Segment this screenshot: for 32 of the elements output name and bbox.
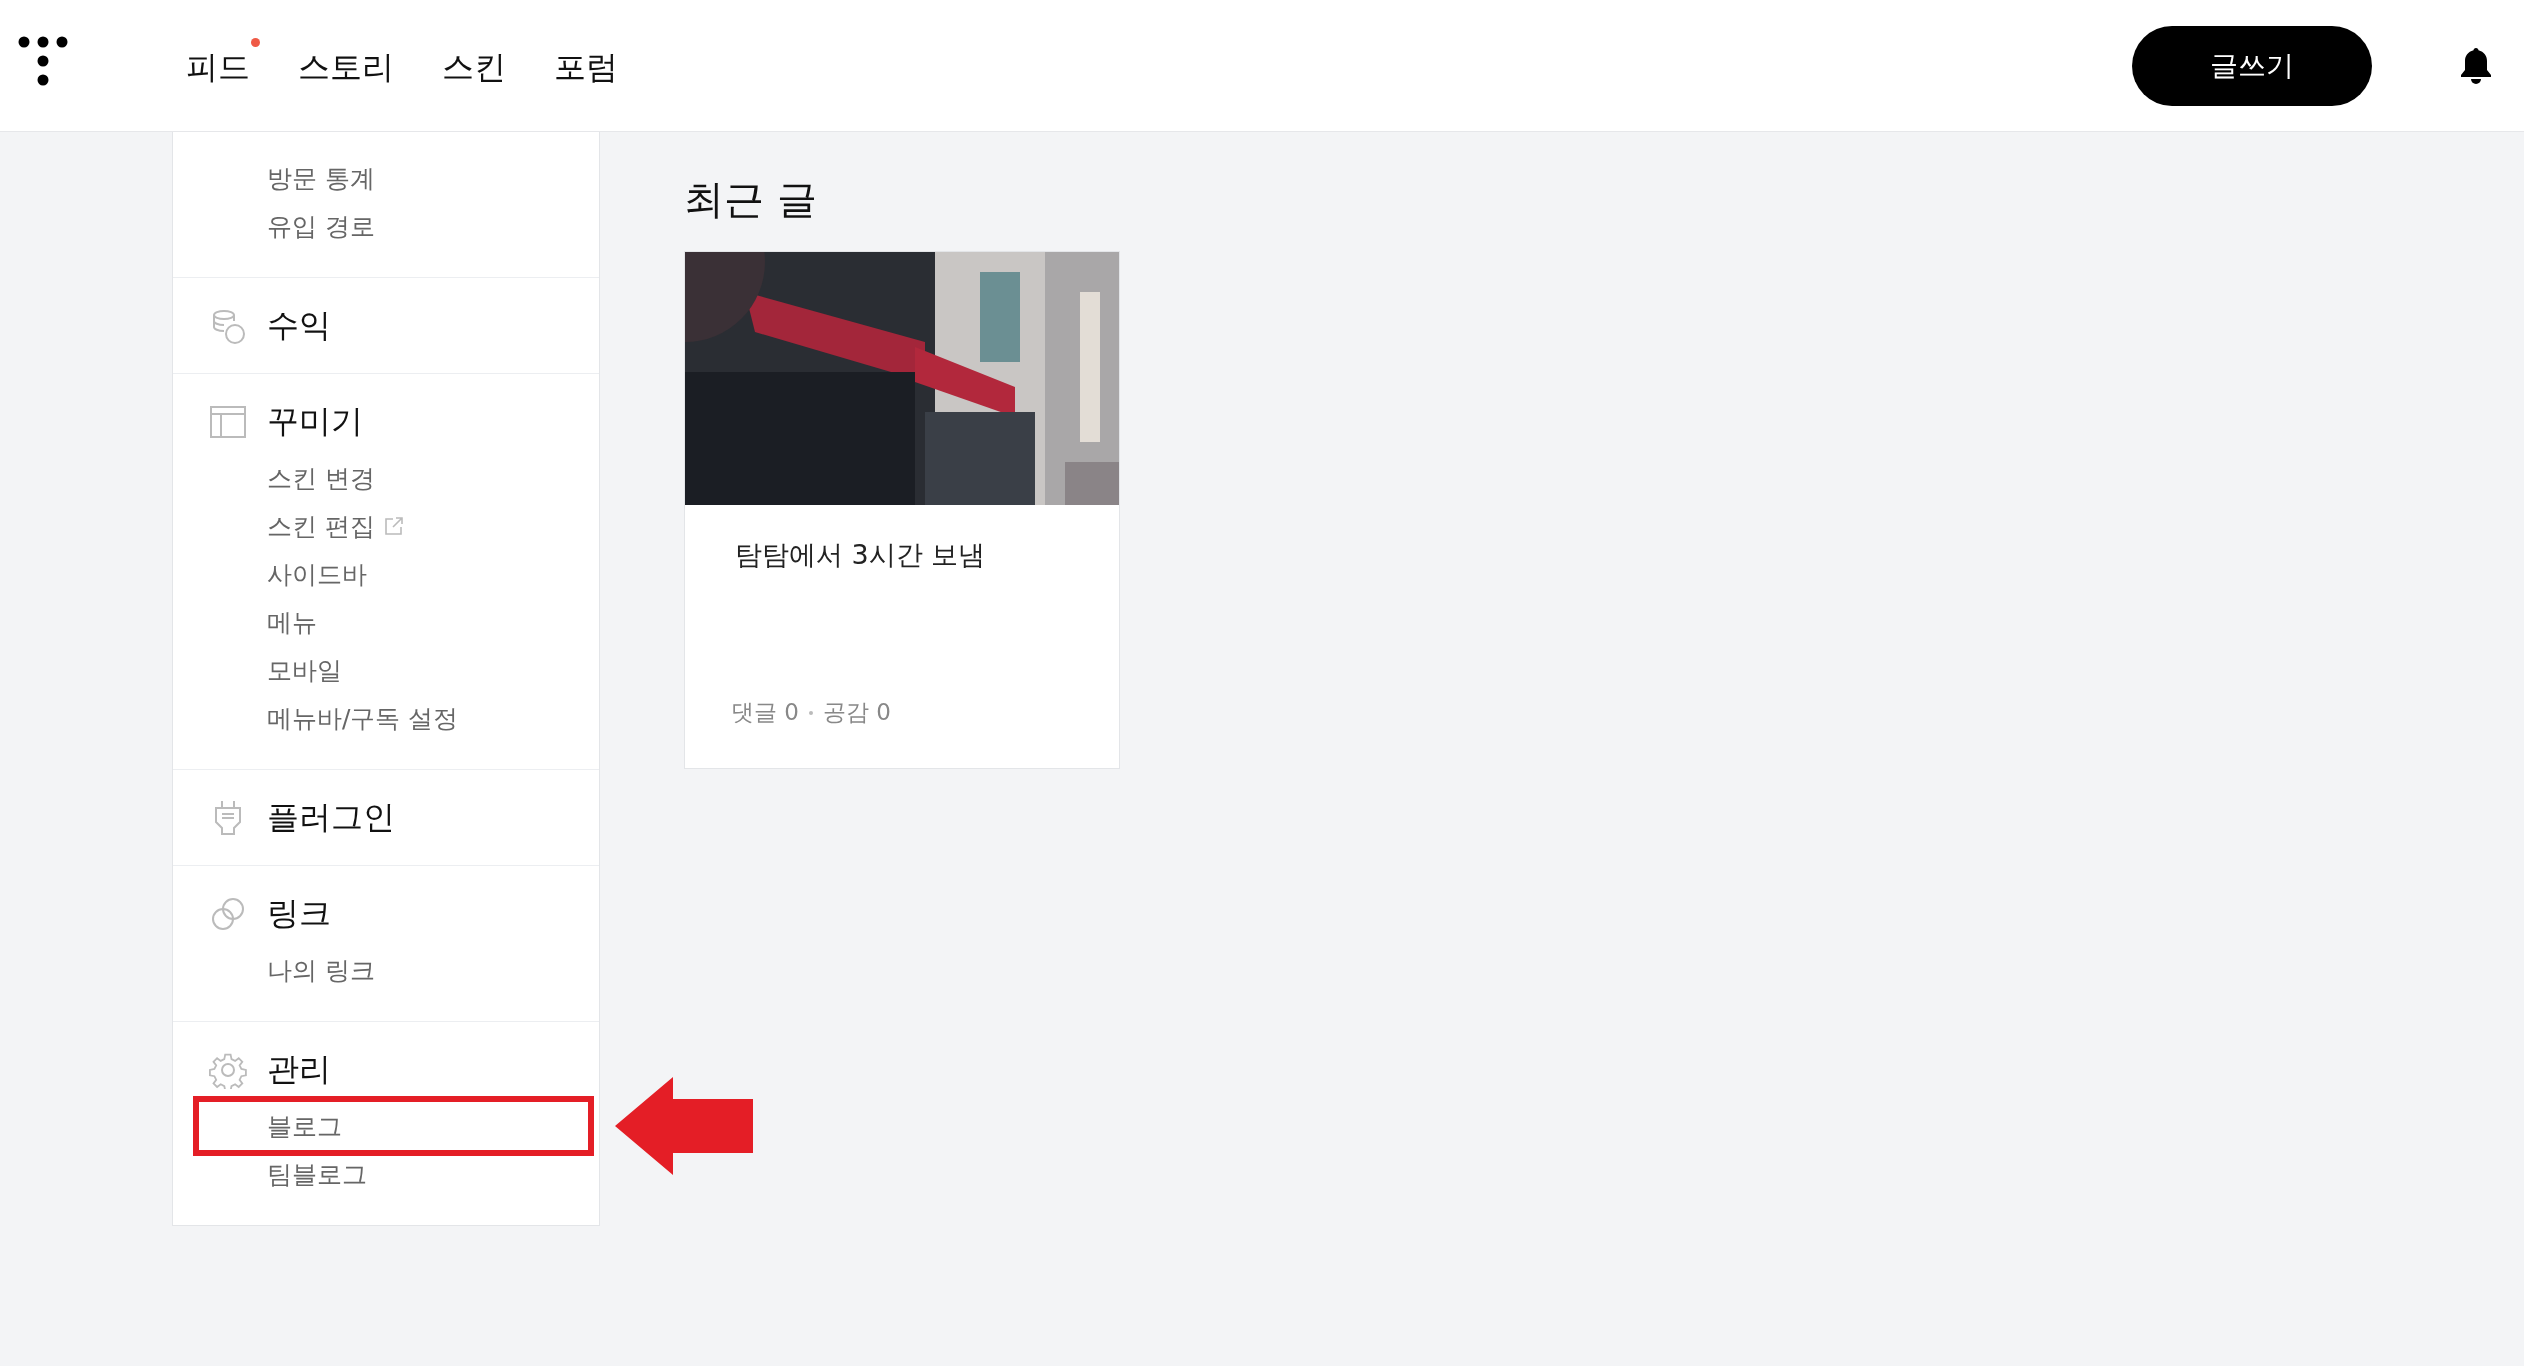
section-title[interactable]: 링크 <box>267 892 331 936</box>
nav-link[interactable]: 스킨 <box>442 35 518 90</box>
linked-rings-icon <box>209 895 247 933</box>
post-title[interactable]: 탐탐에서 3시간 보냄 <box>735 537 1119 573</box>
section-title[interactable]: 꾸미기 <box>267 400 363 444</box>
logo-icon[interactable] <box>18 35 68 88</box>
like-count: 공감 0 <box>822 698 891 727</box>
sidebar-item[interactable]: 메뉴바/구독 설정 <box>199 694 588 742</box>
write-button[interactable]: 글쓰기 <box>2132 25 2372 106</box>
comment-count: 댓글 0 <box>731 698 799 727</box>
sidebar-item[interactable]: 스킨 편집 <box>199 502 588 550</box>
sidebar-item[interactable]: 메뉴 <box>199 598 588 646</box>
notification-bell-icon[interactable] <box>2458 45 2494 86</box>
section-title[interactable]: 관리 <box>267 1048 331 1092</box>
sidebar-item[interactable]: 팀블로그 <box>199 1150 588 1198</box>
nav-link[interactable]: 스토리 <box>298 35 406 90</box>
sidebar-item[interactable]: 블로그 <box>199 1102 588 1150</box>
sidebar-item[interactable]: 방문 통계 <box>199 154 588 202</box>
post-card[interactable]: 탐탐에서 3시간 보냄 댓글 0 공감 0 <box>684 251 1120 769</box>
sidebar-item[interactable]: 사이드바 <box>199 550 588 598</box>
sidebar-item[interactable]: 모바일 <box>199 646 588 694</box>
nav-link[interactable]: 포럼 <box>554 35 630 90</box>
nav-link[interactable]: 피드 <box>186 35 262 90</box>
separator-dot <box>808 710 813 715</box>
settings-icon <box>209 1051 247 1089</box>
sidebar-item[interactable]: 유입 경로 <box>199 202 588 250</box>
section-title[interactable]: 수익 <box>267 304 331 348</box>
section-heading: 최근 글 <box>684 175 818 224</box>
layout-icon <box>209 403 247 441</box>
section-title[interactable]: 플러그인 <box>267 796 395 840</box>
sidebar-item[interactable]: 나의 링크 <box>199 946 588 994</box>
sidebar-item[interactable]: 스킨 변경 <box>199 454 588 502</box>
